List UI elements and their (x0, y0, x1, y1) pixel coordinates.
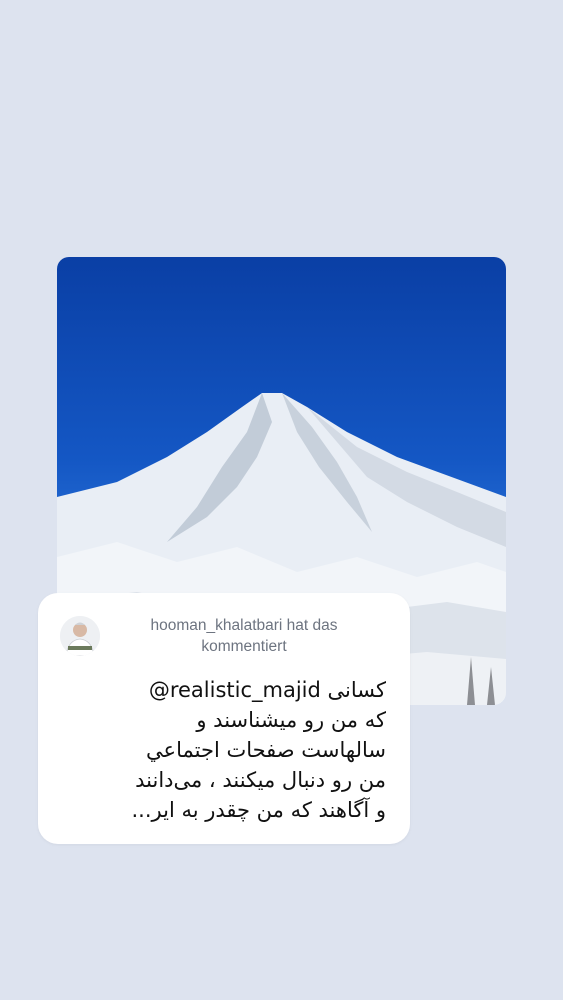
comment-author-line[interactable]: hooman_khalatbari hat das (104, 615, 384, 636)
comment-line-5: و آگاهند که من چقدر به ایر... (131, 798, 386, 822)
comment-line-1-text: کسانی (327, 678, 386, 702)
comment-card: hooman_khalatbari hat das kommentiert کس… (38, 593, 410, 844)
mention-link[interactable]: @realistic_majid (149, 678, 321, 702)
comment-action-line: kommentiert (201, 638, 287, 655)
comment-line-3: سالهاست صفحات اجتماعي (146, 738, 386, 762)
comment-line-4: من رو دنبال میکنند ، می‌دانند (135, 768, 386, 792)
comment-text: کسانی @realistic_majid که من رو میشناسند… (56, 675, 386, 825)
comment-line-2: که من رو میشناسند و (196, 708, 386, 732)
comment-line-1: کسانی @realistic_majid (56, 675, 386, 705)
user-avatar-icon[interactable] (60, 616, 100, 656)
comment-header: hooman_khalatbari hat das kommentiert (104, 615, 384, 657)
